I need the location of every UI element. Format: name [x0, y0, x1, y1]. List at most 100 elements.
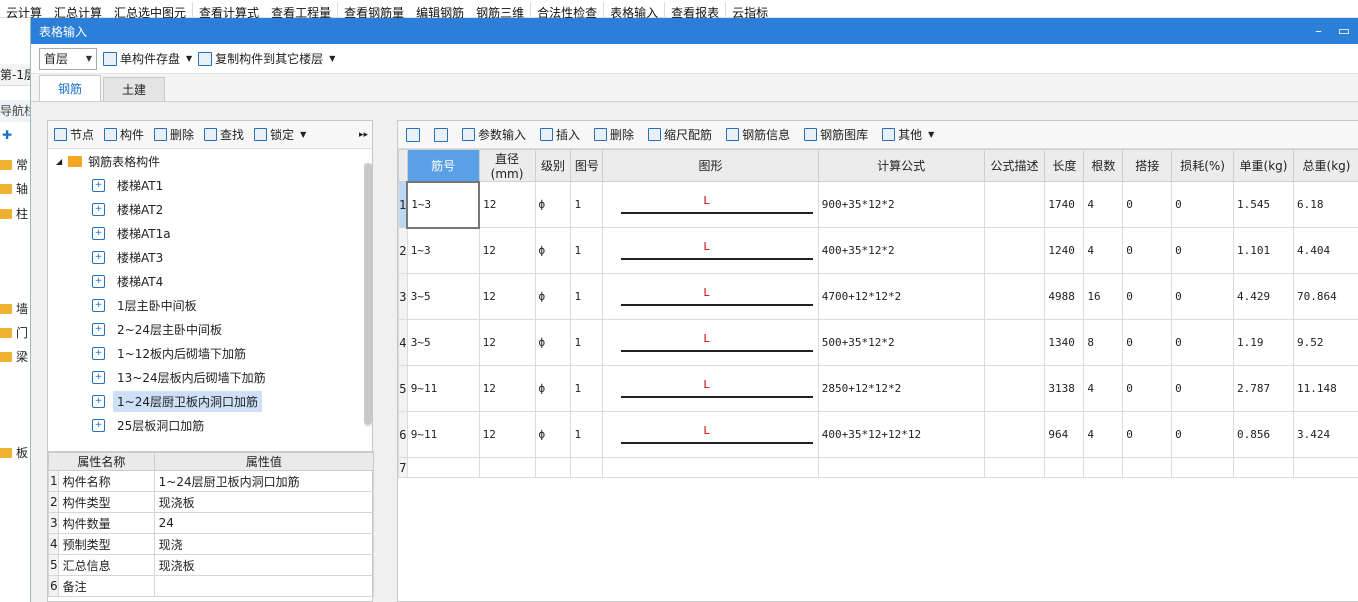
empty-cell[interactable]: [406, 457, 480, 478]
cell-loss[interactable]: 0: [1171, 273, 1235, 320]
collapse-icon[interactable]: ◢: [56, 157, 62, 166]
scale-rebar-button[interactable]: 缩尺配筋: [648, 126, 712, 143]
cell-grade[interactable]: ф: [534, 319, 572, 366]
cell-bar-no[interactable]: 3~5: [406, 273, 480, 320]
cell-count[interactable]: 8: [1083, 319, 1124, 366]
cell-formula-desc[interactable]: [983, 181, 1046, 228]
prop-value[interactable]: 现浇: [153, 533, 375, 555]
tree-item[interactable]: +1~24层梁洞口加筋: [48, 437, 374, 441]
scrollbar-thumb[interactable]: [364, 163, 372, 425]
cell-grade[interactable]: ф: [534, 273, 572, 320]
bg-menu-cloud-calc[interactable]: 云计算: [0, 0, 48, 18]
empty-cell[interactable]: [1233, 457, 1294, 478]
cell-loss[interactable]: 0: [1171, 411, 1235, 458]
move-down-icon[interactable]: [434, 127, 448, 142]
more-icon[interactable]: ▸▸: [359, 130, 368, 140]
cell-loss[interactable]: 0: [1171, 365, 1235, 412]
empty-cell[interactable]: [1171, 457, 1235, 478]
header-unit-weight[interactable]: 单重(kg): [1233, 149, 1294, 182]
cell-formula[interactable]: 4700+12*12*2: [817, 273, 985, 320]
insert-button[interactable]: 插入: [540, 126, 580, 143]
bg-nav-item-door[interactable]: 门: [0, 324, 30, 342]
cell-formula-desc[interactable]: [983, 227, 1046, 274]
cell-formula[interactable]: 900+35*12*2: [817, 181, 985, 228]
cell-count[interactable]: 4: [1083, 365, 1124, 412]
empty-cell[interactable]: [1292, 457, 1358, 478]
cell-lap[interactable]: 0: [1122, 411, 1173, 458]
tab-civil[interactable]: 土建: [103, 77, 165, 101]
cell-length[interactable]: 4988: [1044, 273, 1085, 320]
bg-expand-icon[interactable]: ✚: [2, 128, 12, 142]
bg-menu-validity-check[interactable]: 合法性检查: [531, 0, 603, 18]
bg-menu-rebar-3d[interactable]: 钢筋三维: [470, 0, 530, 18]
tree-item[interactable]: + 楼梯AT3: [48, 245, 374, 269]
cell-total-weight[interactable]: 9.52: [1292, 319, 1358, 366]
floor-select[interactable]: 首层 ▼: [39, 47, 97, 70]
dialog-titlebar[interactable]: 表格输入 – ▭: [31, 18, 1358, 44]
empty-cell[interactable]: [983, 457, 1046, 478]
cell-lap[interactable]: 0: [1122, 273, 1173, 320]
prop-row[interactable]: 1 构件名称 1~24层厨卫板内洞口加筋: [48, 470, 375, 492]
cell-bar-no[interactable]: 1~3: [406, 227, 480, 274]
cell-bar-no[interactable]: 9~11: [406, 411, 480, 458]
cell-count[interactable]: 4: [1083, 227, 1124, 274]
prop-value[interactable]: 24: [153, 512, 375, 534]
cell-figure-no[interactable]: 1: [570, 365, 604, 412]
tree-item[interactable]: +1~12板内后砌墙下加筋: [48, 341, 374, 365]
empty-cell[interactable]: [602, 457, 819, 478]
maximize-icon[interactable]: ▭: [1338, 24, 1350, 39]
cell-grade[interactable]: ф: [534, 411, 572, 458]
cell-total-weight[interactable]: 4.404: [1292, 227, 1358, 274]
cell-unit-weight[interactable]: 1.19: [1233, 319, 1294, 366]
bg-nav-item-slab[interactable]: 板: [0, 444, 30, 462]
tree-scrollbar[interactable]: [364, 163, 372, 427]
table-row[interactable]: 6 9~11 12 ф 1 L 400+35*12+12*12 964 4 0 0 0.856 3.42…: [398, 411, 1358, 458]
cell-length[interactable]: 1240: [1044, 227, 1085, 274]
tree-item[interactable]: +13~24层板内后砌墙下加筋: [48, 365, 374, 389]
bg-menu-view-formula[interactable]: 查看计算式: [193, 0, 265, 18]
cell-length[interactable]: 3138: [1044, 365, 1085, 412]
cell-figure-no[interactable]: 1: [570, 181, 604, 228]
prop-row[interactable]: 2 构件类型 现浇板: [48, 491, 375, 513]
bg-menu-view-quantity[interactable]: 查看工程量: [265, 0, 337, 18]
cell-shape[interactable]: L: [602, 227, 819, 274]
cell-figure-no[interactable]: 1: [570, 273, 604, 320]
header-shape[interactable]: 图形: [602, 149, 819, 182]
cell-formula-desc[interactable]: [983, 319, 1046, 366]
cell-bar-no[interactable]: 3~5: [406, 319, 480, 366]
bg-nav-item-wall[interactable]: 墙: [0, 300, 30, 318]
cell-unit-weight[interactable]: 4.429: [1233, 273, 1294, 320]
prop-value[interactable]: 现浇板: [153, 554, 375, 576]
cell-diameter[interactable]: 12: [478, 181, 536, 228]
table-row-empty[interactable]: 7: [398, 457, 1358, 478]
tree-item[interactable]: + 楼梯AT1a: [48, 221, 374, 245]
cell-figure-no[interactable]: 1: [570, 411, 604, 458]
table-row[interactable]: 5 9~11 12 ф 1 L 2850+12*12*2 3138 4 0 0 2.787 11.148: [398, 365, 1358, 412]
bg-menu-view-rebar[interactable]: 查看钢筋量: [338, 0, 410, 18]
cell-shape[interactable]: L: [602, 273, 819, 320]
empty-cell[interactable]: [570, 457, 604, 478]
bg-menu-cloud-index[interactable]: 云指标: [726, 0, 774, 18]
bg-menu-table-input[interactable]: 表格输入: [604, 0, 664, 18]
cell-total-weight[interactable]: 11.148: [1292, 365, 1358, 412]
cell-count[interactable]: 16: [1083, 273, 1124, 320]
tree-item[interactable]: +2~24层主卧中间板: [48, 317, 374, 341]
table-row[interactable]: 2 1~3 12 ф 1 L 400+35*12*2 1240 4 0 0 1.101 4.404: [398, 227, 1358, 274]
header-bar-no[interactable]: 筋号: [406, 149, 480, 182]
bg-menu-summary-calc[interactable]: 汇总计算: [48, 0, 108, 18]
cell-total-weight[interactable]: 70.864: [1292, 273, 1358, 320]
tree-item[interactable]: + 楼梯AT2: [48, 197, 374, 221]
prop-row[interactable]: 6 备注: [48, 575, 375, 597]
cell-figure-no[interactable]: 1: [570, 227, 604, 274]
cell-diameter[interactable]: 12: [478, 411, 536, 458]
rebar-library-button[interactable]: 钢筋图库: [804, 126, 868, 143]
add-node-button[interactable]: 节点: [54, 126, 94, 143]
header-length[interactable]: 长度: [1044, 149, 1085, 182]
bg-nav-item-beam[interactable]: 梁: [0, 348, 30, 366]
header-lap[interactable]: 搭接: [1122, 149, 1173, 182]
cell-shape[interactable]: L: [602, 181, 819, 228]
cell-length[interactable]: 1340: [1044, 319, 1085, 366]
cell-diameter[interactable]: 12: [478, 365, 536, 412]
cell-lap[interactable]: 0: [1122, 319, 1173, 366]
prop-row[interactable]: 4 预制类型 现浇: [48, 533, 375, 555]
